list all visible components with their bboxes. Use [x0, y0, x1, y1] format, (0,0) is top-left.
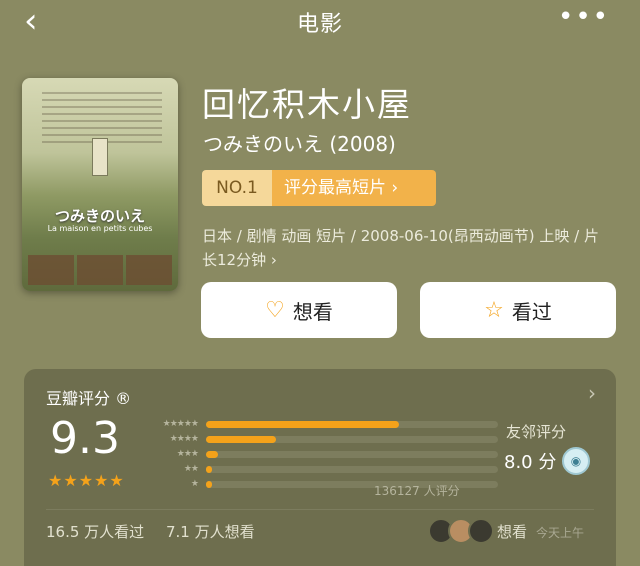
- rating-bar-track: [206, 421, 498, 428]
- seen-count[interactable]: 16.5 万人看过: [46, 521, 144, 542]
- rating-bar-label: ★★: [183, 464, 199, 474]
- rating-bar-row: ★★★★★: [142, 418, 502, 430]
- chevron-right-icon[interactable]: ›: [588, 381, 596, 405]
- rating-bar-fill: [206, 421, 399, 428]
- rating-bar-label: ★: [190, 479, 199, 489]
- movie-title: 回忆积木小屋: [202, 85, 412, 124]
- friend-avatars[interactable]: [428, 518, 494, 544]
- want-label: 想看: [292, 299, 333, 324]
- rating-bar-track: [206, 466, 498, 473]
- rank-number: NO.1: [202, 170, 272, 206]
- rank-label: 评分最高短片 ›: [272, 170, 436, 206]
- star-outline-icon: ☆: [484, 297, 504, 323]
- original-title: つみきのいえ (2008): [203, 132, 396, 156]
- more-dots-icon[interactable]: •••: [558, 2, 610, 32]
- rating-bar-label: ★★★★: [169, 434, 199, 444]
- rating-count: 136127 人评分: [374, 484, 460, 498]
- rating-bar-row: ★★★★: [142, 433, 502, 445]
- divider: [46, 509, 594, 510]
- rating-score: 9.3: [50, 413, 120, 464]
- rating-bar-row: ★★: [142, 463, 502, 475]
- rating-bar-label: ★★★: [176, 449, 199, 459]
- rating-bar-fill: [206, 466, 212, 473]
- poster-title: つみきのいえ: [54, 207, 145, 225]
- poster-subtitle: La maison en petits cubes: [47, 224, 153, 233]
- rating-section-title: 豆瓣评分 ®: [46, 389, 132, 408]
- rating-bar-fill: [206, 436, 277, 443]
- friend-rating-score: 8.0 分: [504, 452, 557, 473]
- poster-house: [92, 138, 108, 176]
- page-title: 电影: [296, 12, 343, 37]
- avatar: [468, 518, 494, 544]
- movie-poster[interactable]: つみきのいえ La maison en petits cubes: [22, 78, 178, 291]
- movie-meta[interactable]: 日本 / 剧情 动画 短片 / 2008-06-10(昂西动画节) 上映 / 片…: [202, 224, 607, 272]
- friend-rating-label: 友邻评分: [506, 423, 567, 441]
- eye-icon[interactable]: ◉: [562, 447, 590, 475]
- rating-bar-fill: [206, 451, 218, 458]
- heart-plus-icon: ♡: [265, 297, 285, 323]
- friend-action: 想看: [497, 523, 528, 541]
- want-button[interactable]: ♡ 想看: [201, 282, 397, 338]
- friend-time: 今天上午: [536, 526, 585, 540]
- rating-bar-label: ★★★★★: [162, 419, 199, 429]
- rating-bar-track: [206, 451, 498, 458]
- star-rating: ★★★★★: [48, 471, 125, 490]
- seen-button[interactable]: ☆ 看过: [420, 282, 616, 338]
- rank-badge[interactable]: NO.1 评分最高短片 ›: [202, 170, 436, 206]
- want-count[interactable]: 7.1 万人想看: [166, 521, 255, 542]
- rating-bar-track: [206, 436, 498, 443]
- nav-bar: ‹ 电影 •••: [0, 0, 640, 44]
- rating-card[interactable]: 豆瓣评分 ® › 9.3 ★★★★★ ★★★★★ ★★★★ ★★★ ★★ ★ 13612…: [24, 369, 616, 566]
- seen-label: 看过: [511, 299, 552, 324]
- rating-bar-row: ★★★: [142, 448, 502, 460]
- rating-bar-fill: [206, 481, 212, 488]
- poster-thumbnails: [28, 255, 172, 285]
